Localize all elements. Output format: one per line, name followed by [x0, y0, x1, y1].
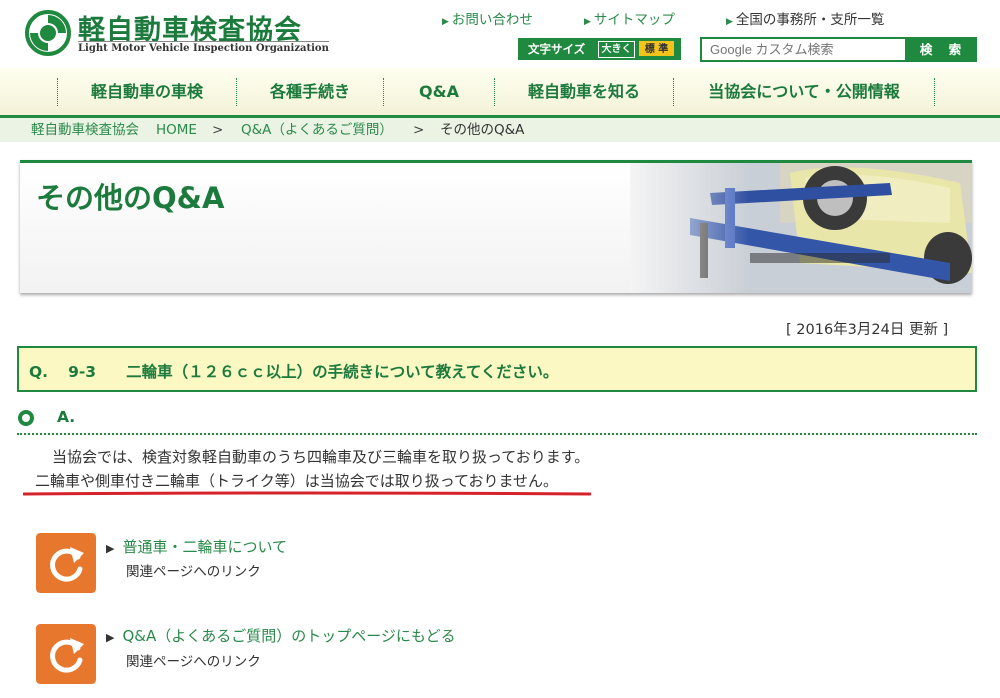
font-size-label: 文字サイズ [528, 42, 586, 56]
nav-item-qa[interactable]: Q&A [384, 68, 494, 115]
refresh-arrow-icon[interactable] [36, 533, 96, 593]
font-size-large-button[interactable]: 大きく [598, 41, 635, 58]
sitemap-link[interactable]: ▶ サイトマップ [584, 8, 675, 28]
search-button[interactable]: 検 索 [912, 39, 975, 60]
triangle-right-icon: ▶ [106, 542, 115, 555]
question-body: 二輪車（１２６ｃｃ以上）の手続きについて教えてください。 [126, 363, 559, 381]
question-prefix: Q. [29, 363, 49, 381]
updated-date: [ 2016年3月24日 更新 ] [786, 322, 949, 338]
question-box: Q. 9-3 二輪車（１２６ｃｃ以上）の手続きについて教えてください。 [17, 346, 977, 392]
nav-item-inspection[interactable]: 軽自動車の車検 [58, 68, 236, 115]
answer-label: A. [57, 408, 76, 426]
question-text: Q. 9-3 二輪車（１２６ｃｃ以上）の手続きについて教えてください。 [29, 360, 558, 382]
related-link-desc: 関連ページへのリンク [126, 654, 261, 670]
triangle-right-icon: ▶ [584, 17, 591, 27]
font-size-standard-button[interactable]: 標 準 [639, 41, 674, 56]
breadcrumb-item-home-org[interactable]: 軽自動車検査協会 [31, 118, 139, 142]
car-lift-image [630, 163, 972, 293]
related-link-desc: 関連ページへのリンク [126, 564, 261, 580]
page-hero: その他のQ&A [20, 160, 972, 293]
nav-item-organization[interactable]: 当協会について・公開情報 [674, 68, 934, 115]
breadcrumb-separator: > [413, 122, 425, 138]
breadcrumb-item-home[interactable]: HOME [156, 118, 197, 142]
nav-item-procedures[interactable]: 各種手続き [237, 68, 383, 115]
red-underline-annotation [23, 491, 591, 496]
refresh-arrow-icon[interactable] [36, 624, 96, 684]
radio-circle-icon [18, 410, 34, 426]
answer-line-2: 二輪車や側車付き二輪車（トライク等）は当協会では取り扱っておりません。 [35, 472, 559, 490]
breadcrumb: 軽自動車検査協会 HOME > Q&A（よくあるご質問） > その他のQ&A [0, 118, 1000, 142]
triangle-right-icon: ▶ [442, 17, 449, 27]
related-link-vehicles[interactable]: ▶ 普通車・二輪車について [106, 536, 287, 557]
breadcrumb-item-qa[interactable]: Q&A（よくあるご質問） [241, 118, 393, 142]
triangle-right-icon: ▶ [726, 17, 733, 27]
search-input[interactable] [702, 39, 905, 60]
related-link-qa-top[interactable]: ▶ Q&A（よくあるご質問）のトップページにもどる [106, 625, 456, 646]
triangle-right-icon: ▶ [106, 631, 115, 644]
main-nav: 軽自動車の車検 各種手続き Q&A 軽自動車を知る 当協会について・公開情報 [0, 68, 1000, 118]
search-bar: 検 索 [700, 37, 977, 62]
page-title: その他のQ&A [36, 181, 225, 215]
nav-divider [934, 78, 935, 106]
question-number: 9-3 [68, 363, 97, 381]
breadcrumb-current: その他のQ&A [440, 122, 525, 138]
offices-link[interactable]: ▶ 全国の事務所・支所一覧 [726, 8, 884, 28]
logo-ring-icon[interactable] [25, 10, 71, 56]
site-logo-subtitle[interactable]: Light Motor Vehicle Inspection Organizat… [78, 41, 329, 54]
contact-link[interactable]: ▶ お問い合わせ [442, 8, 533, 28]
font-size-control: 文字サイズ 大きく 標 準 [518, 38, 681, 60]
answer-line-1: 当協会では、検査対象軽自動車のうち四輪車及び三輪車を取り扱っております。 [52, 448, 590, 466]
nav-item-about-kei[interactable]: 軽自動車を知る [495, 68, 673, 115]
answer-divider [17, 433, 977, 435]
breadcrumb-separator: > [212, 122, 224, 138]
